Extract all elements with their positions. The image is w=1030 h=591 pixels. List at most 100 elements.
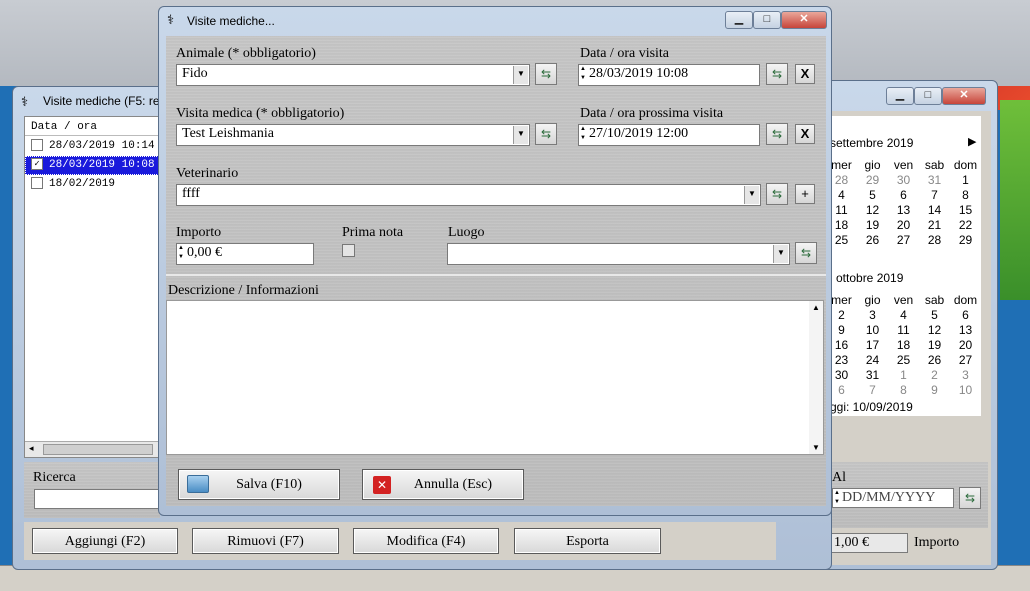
calendar-day[interactable]: 5 xyxy=(857,188,888,202)
save-button[interactable]: Salva (F10) xyxy=(178,469,340,500)
calendar-day[interactable]: 18 xyxy=(888,338,919,352)
calendar-day[interactable]: 2 xyxy=(919,368,950,382)
calendar-day[interactable]: 12 xyxy=(857,203,888,217)
calendar-day[interactable]: 30 xyxy=(888,173,919,187)
calendar-day[interactable]: 14 xyxy=(919,203,950,217)
calendar-day[interactable]: 17 xyxy=(857,338,888,352)
calendar-day[interactable]: 28 xyxy=(919,233,950,247)
cancel-button[interactable]: ✕ Annulla (Esc) xyxy=(362,469,524,500)
list-item-checkbox[interactable] xyxy=(31,177,43,190)
scroll-left-icon[interactable]: ◂ xyxy=(29,443,34,454)
clear-visit-date-button[interactable]: X xyxy=(795,64,815,84)
calendar-day[interactable]: 26 xyxy=(857,233,888,247)
calendar-picker-icon[interactable]: ⇆ xyxy=(959,487,981,509)
description-textarea[interactable]: ▲ ▼ xyxy=(166,300,824,455)
place-select[interactable]: ▼ xyxy=(447,243,790,265)
next-month-arrow-icon[interactable]: ▶ xyxy=(968,135,976,148)
calendar-day[interactable]: 3 xyxy=(857,308,888,322)
calendar-day[interactable]: 26 xyxy=(919,353,950,367)
calendar-day[interactable]: 21 xyxy=(919,218,950,232)
remove-button[interactable]: Rimuovi (F7) xyxy=(192,528,339,554)
calendar-day[interactable]: 29 xyxy=(950,233,981,247)
edit-button[interactable]: Modifica (F4) xyxy=(353,528,499,554)
list-item[interactable]: 28/03/2019 10:14 xyxy=(25,137,159,156)
maximize-button[interactable]: □ xyxy=(753,11,781,29)
list-item-checkbox[interactable] xyxy=(31,139,43,152)
calendar-day[interactable]: 10 xyxy=(950,383,981,397)
calendar-day[interactable]: 8 xyxy=(888,383,919,397)
calendar-day[interactable]: 7 xyxy=(857,383,888,397)
calendar-day[interactable]: 31 xyxy=(919,173,950,187)
next-visit-date-field[interactable]: ▲ ▼ 27/10/2019 12:00 xyxy=(578,124,760,146)
add-veterinarian-button[interactable]: + xyxy=(795,184,815,204)
calendar-day[interactable]: 7 xyxy=(919,188,950,202)
list-item[interactable]: 18/02/2019 xyxy=(25,175,159,194)
visit-date-field[interactable]: ▲ ▼ 28/03/2019 10:08 xyxy=(578,64,760,86)
visit-type-lookup-icon[interactable]: ⇆ xyxy=(535,123,557,145)
spinner-arrows-icon[interactable]: ▲ ▼ xyxy=(579,65,587,85)
scroll-thumb[interactable] xyxy=(43,444,153,455)
calendar-day[interactable]: 3 xyxy=(950,368,981,382)
list-item[interactable]: ✓ 28/03/2019 10:08 xyxy=(25,156,159,175)
calendar-day[interactable]: 22 xyxy=(950,218,981,232)
calendar-day[interactable]: 19 xyxy=(919,338,950,352)
spinner-arrows-icon[interactable]: ▲ ▼ xyxy=(177,244,185,264)
minimize-button[interactable]: ▁ xyxy=(725,11,753,29)
calendar-day[interactable]: 25 xyxy=(888,353,919,367)
clear-next-visit-button[interactable]: X xyxy=(795,124,815,144)
amount-field[interactable]: ▲ ▼ 0,00 € xyxy=(176,243,314,265)
calendar-day[interactable]: 15 xyxy=(950,203,981,217)
calendar-picker-icon[interactable]: ⇆ xyxy=(766,63,788,85)
calendar-day[interactable]: 29 xyxy=(857,173,888,187)
animal-select[interactable]: Fido ▼ xyxy=(176,64,530,86)
export-button[interactable]: Esporta xyxy=(514,528,661,554)
close-button[interactable]: ✕ xyxy=(942,87,986,105)
calendar-day[interactable]: 10 xyxy=(857,323,888,337)
calendar-day[interactable]: 9 xyxy=(919,383,950,397)
calendar-day[interactable]: 24 xyxy=(857,353,888,367)
calendar-day[interactable]: 11 xyxy=(888,323,919,337)
calendar-day[interactable]: 4 xyxy=(888,308,919,322)
calendar-day[interactable]: 13 xyxy=(950,323,981,337)
add-button[interactable]: Aggiungi (F2) xyxy=(32,528,178,554)
calendar-day[interactable]: 12 xyxy=(919,323,950,337)
calendar-day[interactable]: 6 xyxy=(888,188,919,202)
maximize-button[interactable]: □ xyxy=(914,87,942,105)
close-button[interactable]: ✕ xyxy=(781,11,827,29)
prima-nota-checkbox[interactable] xyxy=(342,243,355,259)
calendar-day[interactable]: 1 xyxy=(950,173,981,187)
spinner-arrows-icon[interactable]: ▲ ▼ xyxy=(579,125,587,145)
calendar-day[interactable]: 27 xyxy=(888,233,919,247)
calendar-day[interactable]: 31 xyxy=(857,368,888,382)
horizontal-scrollbar[interactable]: ◂ xyxy=(25,441,159,457)
calendar-day[interactable]: 6 xyxy=(950,308,981,322)
calendar-day[interactable]: 19 xyxy=(857,218,888,232)
place-lookup-icon[interactable]: ⇆ xyxy=(795,242,817,264)
chevron-down-icon[interactable]: ▼ xyxy=(513,66,528,84)
list-item-checkbox[interactable]: ✓ xyxy=(31,158,43,171)
chevron-down-icon[interactable]: ▼ xyxy=(773,245,788,263)
scroll-up-icon[interactable]: ▲ xyxy=(812,303,820,312)
search-input[interactable] xyxy=(34,489,160,509)
date-to-field[interactable]: ▲ ▼ DD/MM/YYYY xyxy=(832,488,954,508)
calendar-day[interactable]: 5 xyxy=(919,308,950,322)
calendar-day[interactable]: 13 xyxy=(888,203,919,217)
calendar-picker-icon[interactable]: ⇆ xyxy=(766,123,788,145)
calendar-day[interactable]: 20 xyxy=(950,338,981,352)
chevron-down-icon[interactable]: ▼ xyxy=(744,186,759,204)
checkbox-box[interactable] xyxy=(342,244,355,258)
visit-type-select[interactable]: Test Leishmania ▼ xyxy=(176,124,530,146)
visits-list[interactable]: Data / ora 28/03/2019 10:14 ✓ 28/03/2019 1… xyxy=(24,116,160,458)
scroll-down-icon[interactable]: ▼ xyxy=(812,443,820,452)
calendar-day[interactable]: 1 xyxy=(888,368,919,382)
calendar-day[interactable]: 8 xyxy=(950,188,981,202)
veterinarian-lookup-icon[interactable]: ⇆ xyxy=(766,183,788,205)
spinner-arrows-icon[interactable]: ▲ ▼ xyxy=(833,489,841,507)
veterinarian-select[interactable]: ffff ▼ xyxy=(176,184,761,206)
vertical-scrollbar[interactable]: ▲ ▼ xyxy=(809,301,823,454)
calendar-day[interactable]: 20 xyxy=(888,218,919,232)
chevron-down-icon[interactable]: ▼ xyxy=(513,126,528,144)
animal-lookup-icon[interactable]: ⇆ xyxy=(535,63,557,85)
calendar-day[interactable]: 27 xyxy=(950,353,981,367)
minimize-button[interactable]: ▁ xyxy=(886,87,914,105)
